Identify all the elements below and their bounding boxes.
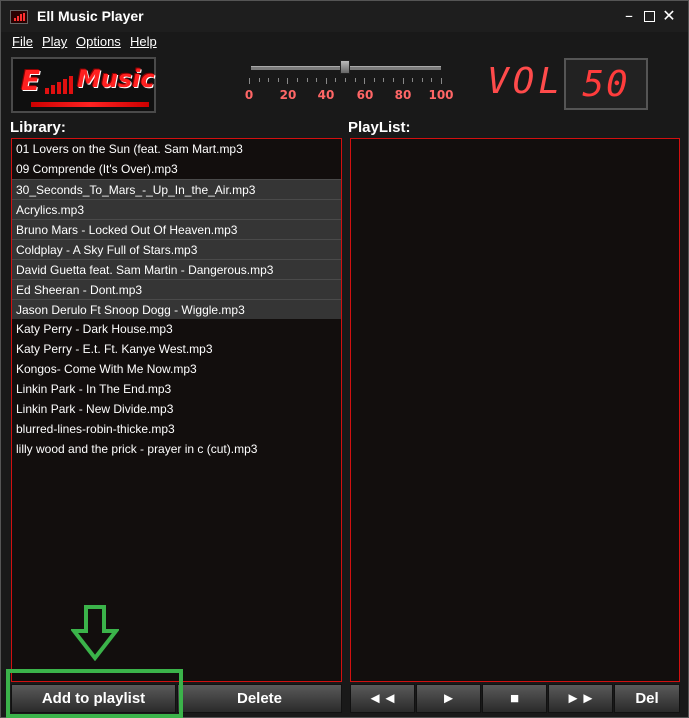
app-icon	[10, 10, 28, 24]
next-button[interactable]: ►►	[548, 684, 613, 713]
library-label: Library:	[10, 119, 66, 136]
delete-button[interactable]: Delete	[177, 684, 342, 713]
header: E Music 0 20 40 60 80 100 VOL: 50	[1, 52, 688, 118]
library-item[interactable]: David Guetta feat. Sam Martin - Dangerou…	[12, 259, 341, 279]
library-item[interactable]: Linkin Park - New Divide.mp3	[12, 399, 341, 419]
playlist-list[interactable]	[350, 138, 680, 682]
library-item[interactable]: Linkin Park - In The End.mp3	[12, 379, 341, 399]
close-button[interactable]: ✕	[657, 5, 681, 27]
menu-file[interactable]: File	[12, 34, 33, 49]
tick-label: 20	[279, 88, 297, 102]
menu-options[interactable]: Options	[76, 34, 121, 49]
library-item[interactable]: blurred-lines-robin-thicke.mp3	[12, 419, 341, 439]
library-item[interactable]: Acrylics.mp3	[12, 199, 341, 219]
volume-slider-thumb[interactable]	[340, 60, 350, 74]
menu-help[interactable]: Help	[130, 34, 157, 49]
arrow-down-icon	[71, 605, 119, 661]
library-item[interactable]: Bruno Mars - Locked Out Of Heaven.mp3	[12, 219, 341, 239]
library-item[interactable]: 30_Seconds_To_Mars_-_Up_In_the_Air.mp3	[12, 179, 341, 199]
app-logo: E Music	[11, 57, 156, 113]
library-item[interactable]: Ed Sheeran - Dont.mp3	[12, 279, 341, 299]
equalizer-icon	[45, 72, 75, 94]
library-item[interactable]: lilly wood and the prick - prayer in c (…	[12, 439, 341, 459]
menu-play[interactable]: Play	[42, 34, 67, 49]
volume-value: 50	[582, 64, 630, 105]
tick-label: 60	[356, 88, 374, 102]
library-item[interactable]: 01 Lovers on the Sun (feat. Sam Mart.mp3	[12, 139, 341, 159]
window-title: Ell Music Player	[37, 8, 144, 24]
menu-bar: File Play Options Help	[1, 32, 688, 52]
delete-from-playlist-button[interactable]: Del	[614, 684, 680, 713]
tick-label: 0	[244, 88, 254, 102]
volume-ticks	[247, 78, 447, 84]
tick-label: 100	[428, 88, 454, 102]
highlight-frame	[6, 669, 183, 718]
library-item[interactable]: Kongos- Come With Me Now.mp3	[12, 359, 341, 379]
volume-display: 50	[564, 58, 648, 110]
playlist-label: PlayList:	[348, 119, 411, 136]
library-list[interactable]: 01 Lovers on the Sun (feat. Sam Mart.mp3…	[11, 138, 342, 682]
play-button[interactable]: ►	[416, 684, 481, 713]
tick-label: 80	[394, 88, 412, 102]
library-item[interactable]: Jason Derulo Ft Snoop Dogg - Wiggle.mp3	[12, 299, 341, 319]
app-window: Ell Music Player – ✕ File Play Options H…	[0, 0, 689, 718]
library-item[interactable]: Coldplay - A Sky Full of Stars.mp3	[12, 239, 341, 259]
title-bar: Ell Music Player – ✕	[1, 1, 688, 32]
library-item[interactable]: 09 Comprende (It's Over).mp3	[12, 159, 341, 179]
stop-button[interactable]: ■	[482, 684, 547, 713]
previous-button[interactable]: ◄◄	[350, 684, 415, 713]
library-item[interactable]: Katy Perry - E.t. Ft. Kanye West.mp3	[12, 339, 341, 359]
library-item[interactable]: Katy Perry - Dark House.mp3	[12, 319, 341, 339]
tick-label: 40	[317, 88, 335, 102]
